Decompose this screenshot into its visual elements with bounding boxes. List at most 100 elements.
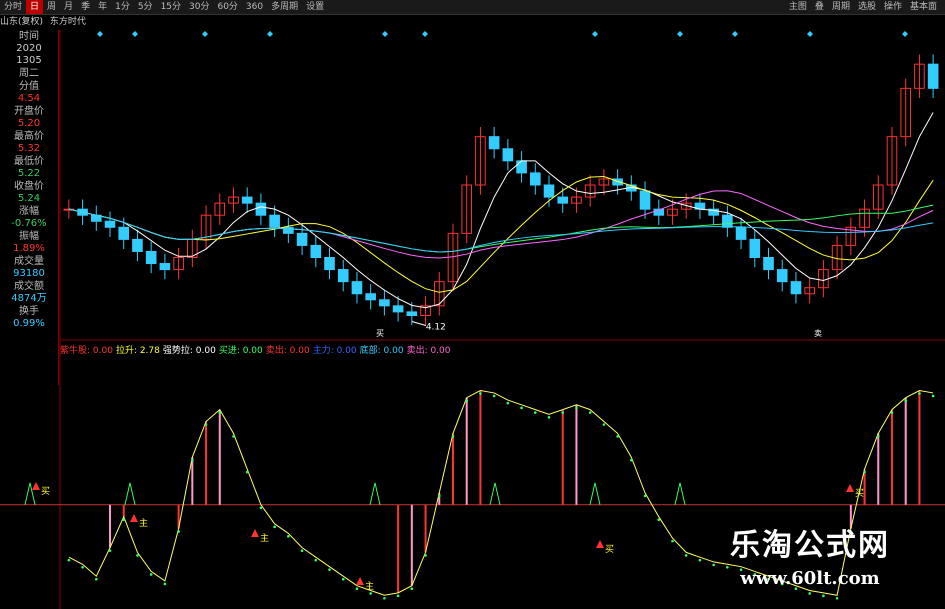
indicator-dot (465, 399, 469, 403)
info-label: 时间 (19, 31, 39, 42)
indicator-dot (122, 518, 126, 521)
indicator-dot (918, 392, 921, 395)
indicator-dot (136, 554, 139, 557)
buy-label: 买 (605, 544, 614, 555)
info-label: 最低价 (14, 156, 44, 167)
info-label: 振幅 (19, 231, 39, 242)
indicator-dot (808, 592, 811, 595)
indicator-dot (232, 435, 235, 438)
info-label: 涨幅 (19, 206, 39, 217)
candle-body (104, 220, 116, 228)
info-value: 2020 (16, 43, 42, 54)
indicator-dot (630, 458, 633, 462)
candle-body (516, 160, 527, 174)
indicator-dot (177, 530, 180, 533)
indicator-dot (383, 596, 386, 600)
indicator-dot (218, 411, 222, 414)
indicator-dot (533, 411, 537, 414)
candle-body (790, 281, 802, 295)
buy-label: 买 (41, 486, 50, 497)
indicator-dot (204, 423, 208, 426)
indicator-dot (191, 458, 194, 462)
indicator-dot (67, 558, 71, 562)
info-value: -0.76% (11, 218, 47, 229)
candle-body (776, 269, 788, 283)
indicator-dot (287, 535, 290, 538)
info-label: 换手 (19, 306, 39, 317)
signal-triangle (489, 482, 501, 505)
candle-body (296, 232, 308, 246)
chart-canvas: 4.12买主主主买买买卖 (0, 30, 945, 609)
indicator-dot (863, 470, 866, 474)
top-diamond-marker (422, 31, 428, 37)
info-value: 1305 (16, 55, 42, 66)
indicator-dot (616, 435, 619, 438)
indicator-dot (588, 411, 592, 414)
top-diamond-marker (902, 31, 908, 37)
candle-body (365, 293, 376, 301)
signal-triangle (369, 482, 381, 505)
info-label: 分值 (19, 81, 39, 92)
indicator-dot (273, 525, 276, 529)
indicator-value: 紫牛股: 0.00 (60, 346, 113, 356)
info-value: 1.89% (13, 243, 45, 254)
signal-triangle (24, 482, 36, 505)
candle-body (639, 190, 651, 210)
buy-arrow (32, 482, 40, 490)
indicator-dot (520, 406, 523, 410)
buy-label: 主 (365, 580, 374, 592)
candle-body (392, 305, 404, 313)
watermark: 乐淘公式网 www.60lt.com (690, 520, 930, 589)
indicator-dot (341, 577, 345, 581)
indicator-dot (479, 392, 482, 395)
indicator-dot (314, 558, 318, 562)
watermark-title: 乐淘公式网 (730, 528, 890, 563)
info-value: 5.20 (17, 118, 41, 129)
candle-body (722, 214, 733, 228)
buy-arrow (846, 484, 854, 492)
indicator-dot (602, 423, 606, 426)
buy-arrow (596, 540, 604, 548)
candle-body (310, 244, 322, 259)
indicator-dot (492, 394, 496, 398)
top-diamond-marker (132, 31, 138, 37)
buy-label: 主 (139, 517, 148, 529)
indicator-dot (437, 494, 441, 498)
indicator-value: 强势拉: 0.00 (162, 346, 216, 356)
indicator-dot (108, 549, 112, 552)
info-label: 成交量 (14, 256, 44, 267)
info-value: 4.54 (17, 93, 41, 104)
buy-arrow (356, 577, 364, 585)
top-diamond-marker (677, 31, 683, 37)
indicator-dot (410, 587, 414, 591)
low-pointer (411, 321, 426, 326)
top-diamond-marker (592, 31, 598, 37)
indicator-bar: 紫牛股: 0.00 拉升: 2.78 强势拉: 0.00 买进: 0.00 卖出: 0.… (60, 345, 940, 357)
info-label: 最高价 (14, 131, 44, 142)
candle-body (529, 172, 541, 186)
indicator-dot (245, 470, 249, 474)
ma-line-10 (68, 176, 934, 293)
info-value: 4874万 (11, 293, 47, 304)
info-label: 成交额 (14, 281, 44, 292)
indicator-dot (328, 568, 331, 571)
candle-body (269, 214, 280, 228)
indicator-value: 主力: 0.00 (312, 346, 357, 356)
candle-body (118, 226, 130, 240)
buy-tag: 买 (376, 329, 384, 338)
watermark-url: www.60lt.com (740, 568, 880, 589)
indicator-dot (424, 554, 427, 557)
candle-body (749, 238, 761, 258)
indicator-dot (259, 506, 263, 510)
candle-body (763, 257, 774, 271)
indicator-dot (931, 394, 935, 398)
buy-arrow (130, 514, 138, 522)
indicator-dot (671, 539, 674, 543)
indicator-dot (643, 494, 647, 498)
candle-body (406, 311, 418, 316)
top-diamond-marker (267, 31, 273, 37)
top-diamond-marker (382, 31, 388, 37)
indicator-dot (547, 416, 551, 419)
sell-tag: 卖 (814, 329, 822, 338)
indicator-dot (81, 566, 84, 569)
